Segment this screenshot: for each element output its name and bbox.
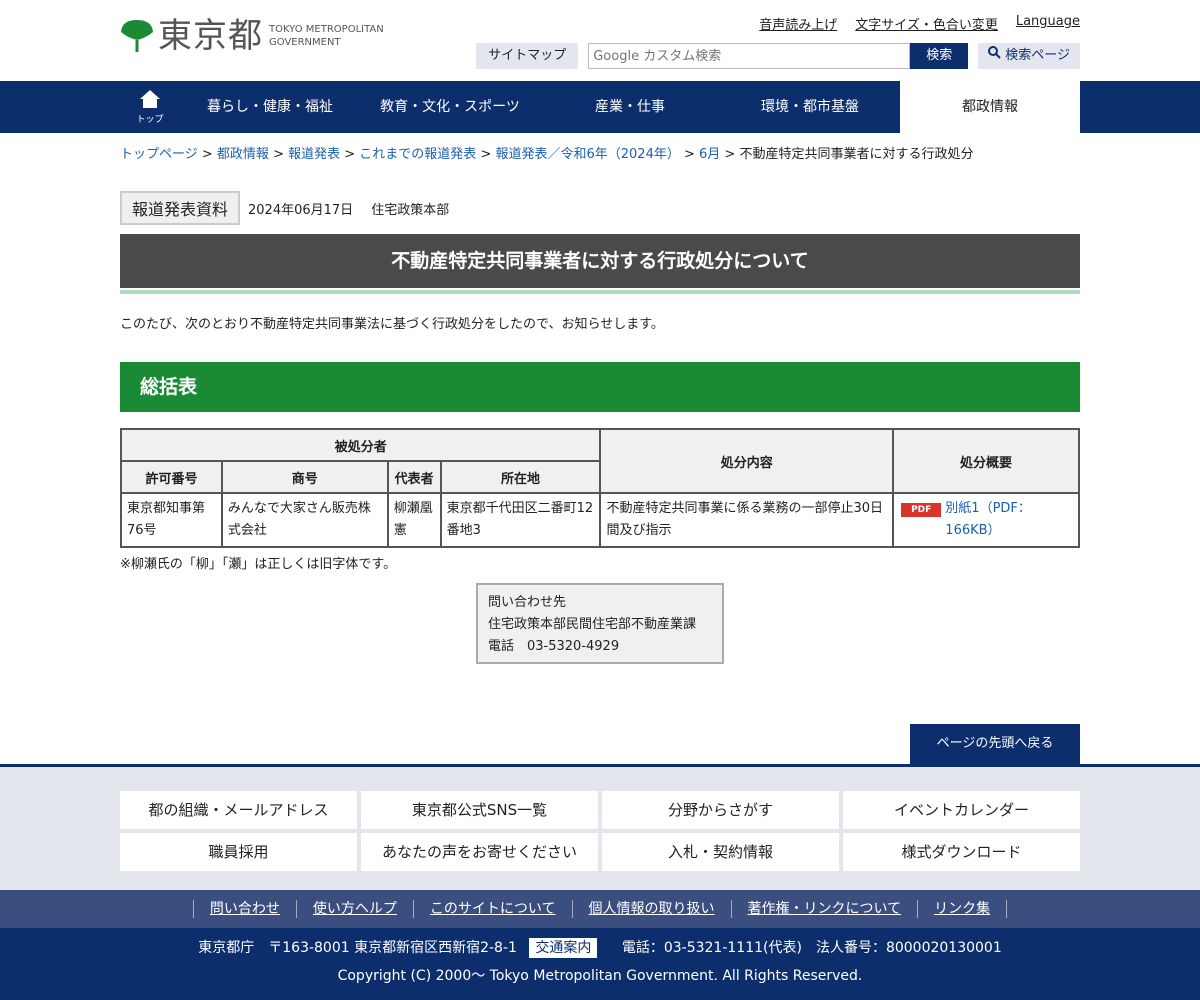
pdf-icon: PDF: [901, 503, 942, 517]
footer-menu-item[interactable]: イベントカレンダー: [843, 791, 1080, 829]
pdf-attachment-link[interactable]: 別紙1（PDF：166KB）: [945, 498, 1073, 542]
footer-menu-item[interactable]: 入札・契約情報: [602, 833, 839, 871]
cell-representative: 柳瀬凰憲: [386, 492, 442, 548]
footer-link-help[interactable]: 使い方ヘルプ: [295, 900, 413, 918]
utility-links: 音声読み上げ 文字サイズ・色合い変更 Language: [759, 14, 1080, 33]
footer-bottom: 東京都庁 〒163-8001 東京都新宿区西新宿2-8-1 交通案内 電話：03…: [0, 928, 1200, 1000]
footer-menu-item[interactable]: 職員採用: [120, 833, 357, 871]
back-to-top-button[interactable]: ページの先頭へ戻る: [910, 724, 1080, 764]
summary-table: 被処分者 処分内容 処分概要 許可番号 商号 代表者 所在地 東京都知事第76号…: [119, 428, 1080, 548]
title-underline: [120, 290, 1080, 294]
nav-item-industry[interactable]: 産業・仕事: [540, 81, 720, 133]
cell-summary: PDF 別紙1（PDF：166KB）: [892, 492, 1080, 548]
table-header-content: 処分内容: [599, 428, 895, 494]
site-logo[interactable]: 東京都 TOKYO METROPOLITAN GOVERNMENT: [120, 18, 384, 54]
footer-menu-item[interactable]: 分野からさがす: [602, 791, 839, 829]
breadcrumb-current: 不動産特定共同事業者に対する行政処分: [739, 147, 974, 162]
nav-item-government[interactable]: 都政情報: [900, 81, 1080, 133]
text-to-speech-link[interactable]: 音声読み上げ: [759, 14, 837, 33]
footer-link-copyright[interactable]: 著作権・リンクについて: [730, 900, 918, 918]
search-button[interactable]: 検索: [910, 43, 969, 69]
table-header-address: 所在地: [439, 460, 602, 494]
breadcrumb-link[interactable]: 報道発表: [288, 147, 340, 162]
contact-phone: 電話 03-5320-4929: [488, 639, 620, 654]
table-group-header: 被処分者: [119, 428, 602, 462]
breadcrumb-link[interactable]: 報道発表／令和6年（2024年）: [495, 147, 679, 162]
footer-link-contact[interactable]: 問い合わせ: [192, 900, 296, 918]
nav-item-environment[interactable]: 環境・都市基盤: [720, 81, 900, 133]
breadcrumb-link[interactable]: 都政情報: [217, 147, 269, 162]
page-title: 不動産特定共同事業者に対する行政処分について: [120, 234, 1080, 288]
table-header-summary: 処分概要: [892, 428, 1080, 494]
search-row: サイトマップ 検索 検索ページ: [476, 43, 1080, 69]
copyright: Copyright (C) 2000～ Tokyo Metropolitan G…: [337, 968, 863, 984]
press-release-badge: 報道発表資料: [120, 191, 241, 225]
breadcrumb-link[interactable]: これまでの報道発表: [359, 147, 476, 162]
contact-dept: 住宅政策本部民間住宅部不動産業課: [488, 617, 697, 632]
logo-en-line1: TOKYO METROPOLITAN: [269, 24, 384, 35]
language-link[interactable]: Language: [1016, 14, 1080, 33]
footer-link-privacy[interactable]: 個人情報の取り扱い: [571, 900, 731, 918]
intro-text: このたび、次のとおり不動産特定共同事業法に基づく行政処分をしたので、お知らせしま…: [120, 317, 664, 332]
ginkgo-leaf-icon: [120, 18, 154, 54]
breadcrumb: トップページ > 都政情報 > 報道発表 > これまでの報道発表 > 報道発表／…: [120, 147, 974, 162]
main-nav: トップ 暮らし・健康・福祉 教育・文化・スポーツ 産業・仕事 環境・都市基盤 都…: [0, 81, 1200, 133]
logo-text-en: TOKYO METROPOLITAN GOVERNMENT: [269, 23, 384, 49]
sitemap-button[interactable]: サイトマップ: [476, 43, 579, 69]
nav-item-education[interactable]: 教育・文化・スポーツ: [360, 81, 540, 133]
footer-menu-item[interactable]: 様式ダウンロード: [843, 833, 1080, 871]
font-color-settings-link[interactable]: 文字サイズ・色合い変更: [855, 14, 998, 33]
footer-link-links[interactable]: リンク集: [917, 900, 1008, 918]
cell-address: 東京都千代田区二番町12番地3: [439, 492, 602, 548]
footer-link-about[interactable]: このサイトについて: [412, 900, 572, 918]
contact-box: 問い合わせ先 住宅政策本部民間住宅部不動産業課 電話 03-5320-4929: [476, 583, 724, 664]
search-input[interactable]: [588, 43, 911, 69]
cell-company: みんなで大家さん販売株式会社: [220, 492, 389, 548]
logo-text-jp: 東京都: [158, 16, 263, 56]
footer-menu: 都の組織・メールアドレス 東京都公式SNS一覧 分野からさがす イベントカレンダ…: [0, 764, 1200, 890]
breadcrumb-link[interactable]: トップページ: [120, 147, 198, 162]
footer-links: 問い合わせ 使い方ヘルプ このサイトについて 個人情報の取り扱い 著作権・リンク…: [0, 890, 1200, 928]
release-date: 2024年06月17日: [248, 202, 354, 218]
breadcrumb-link[interactable]: 6月: [699, 147, 720, 162]
table-header-company: 商号: [220, 460, 389, 494]
footer-address-line: 東京都庁 〒163-8001 東京都新宿区西新宿2-8-1 交通案内 電話：03…: [0, 937, 1200, 958]
footer-phone: 電話：03-5321-1111(代表) 法人番号：8000020130001: [621, 940, 1002, 956]
footer-menu-item[interactable]: 都の組織・メールアドレス: [120, 791, 357, 829]
table-header-representative: 代表者: [386, 460, 442, 494]
nav-item-living[interactable]: 暮らし・健康・福祉: [180, 81, 360, 133]
release-department: 住宅政策本部: [371, 202, 450, 218]
cell-content: 不動産特定共同事業に係る業務の一部停止30日間及び指示: [599, 492, 895, 548]
home-icon: [139, 89, 161, 112]
access-info-button[interactable]: 交通案内: [529, 938, 598, 958]
logo-en-line2: GOVERNMENT: [269, 37, 341, 48]
footer-menu-item[interactable]: 東京都公式SNS一覧: [361, 791, 598, 829]
press-meta: 報道発表資料 2024年06月17日 住宅政策本部: [120, 191, 449, 225]
site-header: 東京都 TOKYO METROPOLITAN GOVERNMENT 音声読み上げ…: [0, 0, 1200, 81]
search-page-button[interactable]: 検索ページ: [978, 43, 1080, 69]
footnote: ※柳瀬氏の「柳」「瀬」は正しくは旧字体です。: [120, 557, 397, 572]
nav-home[interactable]: トップ: [120, 81, 180, 133]
nav-home-label: トップ: [136, 115, 164, 125]
footer-menu-item[interactable]: あなたの声をお寄せください: [361, 833, 598, 871]
contact-label: 問い合わせ先: [488, 595, 567, 610]
search-icon: [988, 43, 1001, 69]
table-header-license: 許可番号: [120, 460, 223, 494]
section-heading: 総括表: [120, 362, 1080, 412]
search-page-label: 検索ページ: [1005, 48, 1070, 63]
cell-license: 東京都知事第76号: [120, 492, 223, 548]
table-row: 東京都知事第76号 みんなで大家さん販売株式会社 柳瀬凰憲 東京都千代田区二番町…: [120, 492, 1080, 548]
footer-address: 東京都庁 〒163-8001 東京都新宿区西新宿2-8-1: [198, 940, 517, 956]
